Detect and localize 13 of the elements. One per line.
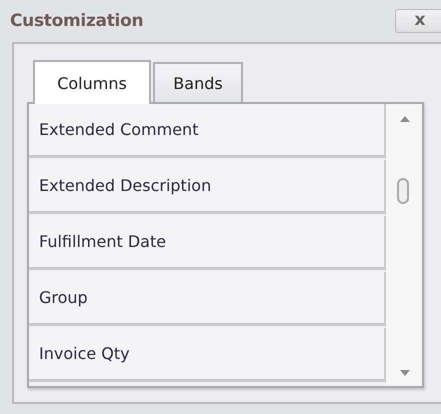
list-item[interactable]: Fulfillment Date — [29, 216, 386, 270]
scrollbar[interactable] — [386, 104, 422, 386]
close-button[interactable]: x — [395, 9, 441, 33]
window-title: Customization — [10, 11, 144, 31]
list-item[interactable]: Invoice Qty — [29, 328, 386, 382]
scroll-down-icon[interactable] — [400, 370, 410, 376]
tab[interactable]: Columns — [33, 60, 151, 104]
scroll-up-icon[interactable] — [400, 116, 410, 122]
list-item[interactable]: Group — [29, 272, 386, 326]
scroll-thumb[interactable] — [397, 178, 409, 204]
list-item[interactable]: Extended Description — [29, 160, 386, 214]
tab[interactable]: Bands — [153, 62, 243, 102]
list-item[interactable]: Extended Comment — [29, 104, 386, 158]
